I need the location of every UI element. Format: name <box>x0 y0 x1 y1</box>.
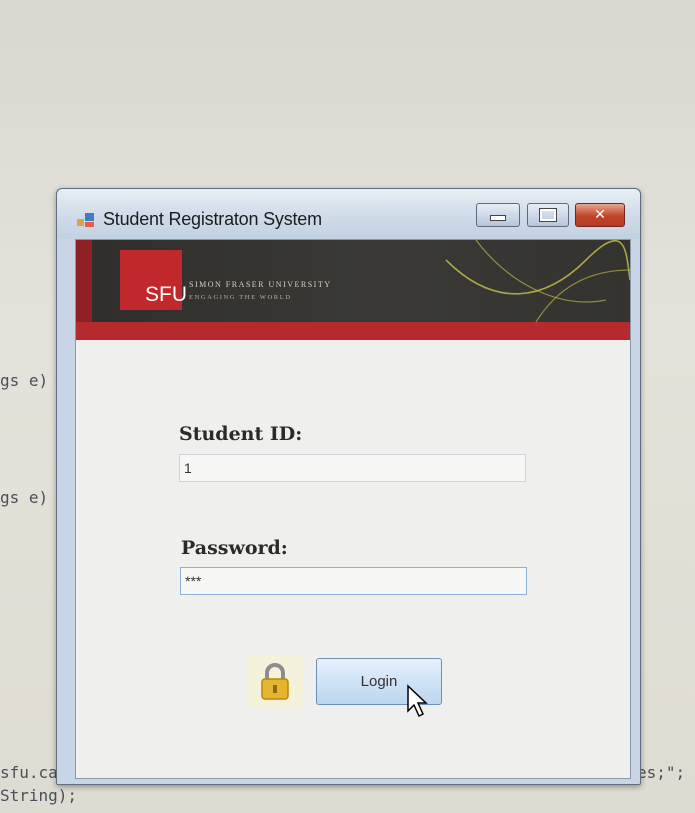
maximize-button[interactable] <box>527 203 569 227</box>
lock-icon-container <box>247 655 303 707</box>
password-label: Password: <box>181 537 288 559</box>
password-input[interactable]: *** <box>180 567 527 595</box>
app-window-icon <box>77 213 94 227</box>
student-id-label: Student ID: <box>179 423 303 445</box>
window-title: Student Registraton System <box>103 209 322 229</box>
minimize-button[interactable] <box>476 203 520 227</box>
code-fragment: gs e) <box>0 488 49 507</box>
close-icon: ✕ <box>594 207 606 223</box>
code-fragment: gs e) <box>0 371 49 390</box>
login-button-label: Login <box>360 673 398 690</box>
sfu-logo-text: SFU <box>145 283 187 306</box>
code-fragment: es;"; <box>637 763 686 782</box>
lock-icon <box>261 663 289 700</box>
minimize-icon <box>490 215 506 221</box>
mouse-cursor-icon <box>407 684 428 718</box>
code-fragment: String); <box>0 786 78 805</box>
university-name: SIMON FRASER UNIVERSITY <box>189 280 332 289</box>
close-button[interactable]: ✕ <box>575 203 625 227</box>
university-tagline: ENGAGING THE WORLD <box>189 294 292 301</box>
decorative-swirl <box>445 240 630 322</box>
student-id-input[interactable]: 1 <box>179 454 526 482</box>
title-bar[interactable]: Student Registraton System ✕ <box>57 189 640 239</box>
maximize-icon <box>539 208 557 222</box>
